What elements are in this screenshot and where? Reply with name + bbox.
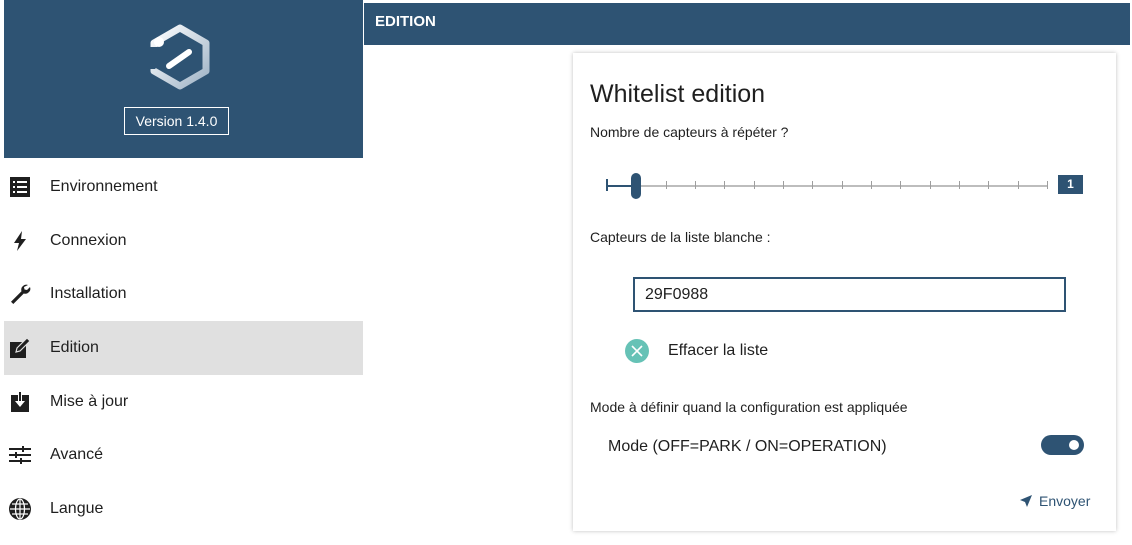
whitelist-input[interactable] <box>633 277 1066 312</box>
send-button[interactable]: Envoyer <box>1019 493 1090 509</box>
sidebar-item-mise-a-jour[interactable]: Mise à jour <box>4 375 363 429</box>
sidebar-header: Version 1.4.0 <box>4 0 363 158</box>
slider-tick <box>1047 181 1048 189</box>
send-label: Envoyer <box>1039 493 1091 509</box>
sidebar-item-environnement[interactable]: Environnement <box>4 160 363 214</box>
globe-icon <box>8 497 32 521</box>
whitelist-label: Capteurs de la liste blanche : <box>590 229 771 245</box>
sidebar-item-label: Installation <box>50 285 127 303</box>
slider-tick <box>959 181 960 189</box>
slider-tick <box>1017 181 1019 189</box>
slider-tick <box>812 181 814 189</box>
sidebar: Version 1.4.0 Environnement Connexion In… <box>4 0 363 545</box>
wrench-icon <box>8 282 32 306</box>
slider-value-badge: 1 <box>1058 175 1083 194</box>
close-icon <box>625 339 649 363</box>
slider-tick <box>724 181 726 189</box>
sidebar-item-connexion[interactable]: Connexion <box>4 214 363 268</box>
sidebar-item-avance[interactable]: Avancé <box>4 428 363 482</box>
mode-toggle[interactable] <box>1041 435 1084 455</box>
clear-list-button[interactable]: Effacer la liste <box>625 338 768 364</box>
sidebar-item-label: Edition <box>50 338 99 356</box>
slider-tick <box>783 181 784 189</box>
slider-tick <box>753 181 755 189</box>
slider-tick <box>900 181 902 189</box>
mode-toggle-label: Mode (OFF=PARK / ON=OPERATION) <box>608 438 887 455</box>
slider-track[interactable] <box>607 185 1047 187</box>
slider-tick <box>988 181 990 189</box>
slider-thumb[interactable] <box>631 173 641 199</box>
lightning-icon <box>8 229 32 253</box>
top-bar: EDITION <box>364 3 1130 45</box>
slider-tick <box>665 181 667 189</box>
sidebar-item-installation[interactable]: Installation <box>4 267 363 321</box>
list-icon <box>8 175 32 199</box>
sidebar-item-label: Connexion <box>50 231 127 249</box>
sidebar-item-label: Mise à jour <box>50 392 129 410</box>
sidebar-item-edition[interactable]: Edition <box>4 321 363 375</box>
mode-section-label: Mode à définir quand la configuration es… <box>590 399 908 415</box>
download-icon <box>8 390 32 414</box>
whitelist-card: Whitelist edition Nombre de capteurs à r… <box>573 53 1116 531</box>
sidebar-nav: Environnement Connexion Installation Edi… <box>4 160 363 536</box>
send-icon <box>1019 494 1033 508</box>
version-badge: Version 1.4.0 <box>124 107 229 135</box>
toggle-knob <box>1069 440 1079 450</box>
sidebar-item-label: Avancé <box>50 446 104 464</box>
card-title: Whitelist edition <box>590 80 766 108</box>
slider-tick <box>929 181 931 189</box>
sidebar-item-langue[interactable]: Langue <box>4 482 363 536</box>
sensor-count-label: Nombre de capteurs à répéter ? <box>590 124 789 140</box>
app-logo-icon <box>150 24 210 90</box>
slider-tick <box>871 181 872 189</box>
slider-tick <box>695 181 696 189</box>
clear-list-label: Effacer la liste <box>668 342 769 359</box>
page-title: EDITION <box>375 13 436 30</box>
sliders-icon <box>8 443 32 467</box>
slider-tick <box>841 181 843 189</box>
sidebar-item-label: Environnement <box>50 177 158 195</box>
edit-icon <box>8 336 32 360</box>
sidebar-item-label: Langue <box>50 499 104 517</box>
